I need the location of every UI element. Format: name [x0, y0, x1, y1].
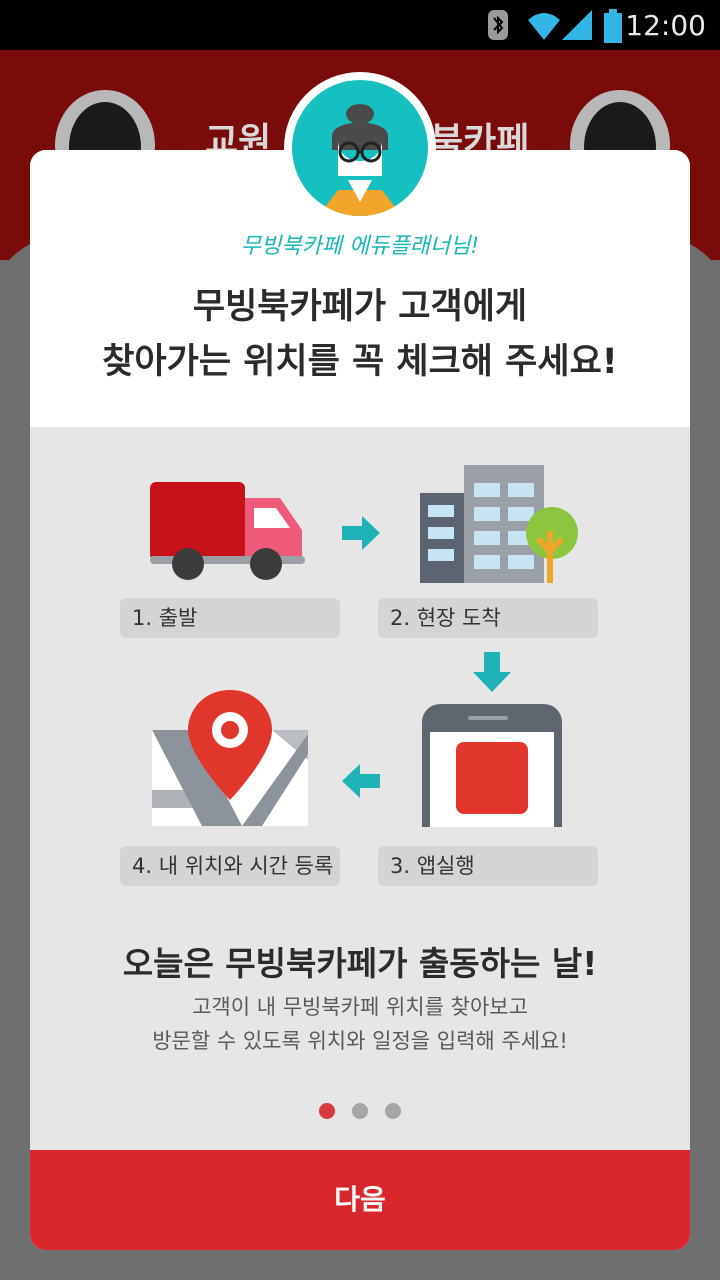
avatar-image	[292, 80, 428, 216]
wifi-icon	[528, 13, 560, 40]
modal-subtitle: 무빙북카페 에듀플래너님!	[240, 234, 480, 259]
truck-icon	[150, 482, 305, 580]
step-label-3: 3. 앱실행	[378, 846, 598, 886]
bottom-description-line-1: 고객이 내 무빙북카페 위치를 찾아보고	[192, 995, 528, 1019]
avatar	[284, 72, 436, 224]
step-label-2: 2. 현장 도착	[378, 598, 598, 638]
phone-icon	[422, 704, 562, 827]
arrow-down-icon	[473, 652, 511, 692]
page-dot-1[interactable]	[318, 1103, 335, 1119]
status-bar: 12:00	[0, 0, 720, 50]
headline-line-1: 무빙북카페가 고객에게	[192, 287, 528, 327]
bottom-description-line-2: 방문할 수 있도록 위치와 일정을 입력해 주세요!	[152, 1029, 568, 1053]
next-button[interactable]: 다음	[30, 1150, 690, 1250]
headline-line-2: 찾아가는 위치를 꼭 체크해 주세요!	[102, 342, 618, 382]
map-pin-icon	[152, 690, 308, 826]
bottom-title: 오늘은 무빙북카페가 출동하는 날!	[122, 944, 598, 983]
planner-character-icon	[318, 104, 402, 216]
bluetooth-icon	[488, 10, 508, 40]
modal-headline: 무빙북카페가 고객에게 찾아가는 위치를 꼭 체크해 주세요!	[30, 280, 690, 390]
arrow-left-icon	[342, 764, 380, 798]
step-label-4: 4. 내 위치와 시간 등록	[120, 846, 340, 886]
page-dot-2[interactable]	[352, 1103, 368, 1119]
bottom-description: 고객이 내 무빙북카페 위치를 찾아보고 방문할 수 있도록 위치와 일정을 입…	[30, 990, 690, 1058]
signal-icon	[562, 10, 592, 40]
building-icon	[420, 465, 578, 583]
page-dot-3[interactable]	[385, 1103, 402, 1119]
step-label-1: 1. 출발	[120, 598, 340, 638]
clock: 12:00	[625, 9, 706, 42]
battery-icon	[604, 9, 622, 43]
page-indicator	[30, 1103, 690, 1123]
arrow-right-icon	[342, 516, 380, 550]
